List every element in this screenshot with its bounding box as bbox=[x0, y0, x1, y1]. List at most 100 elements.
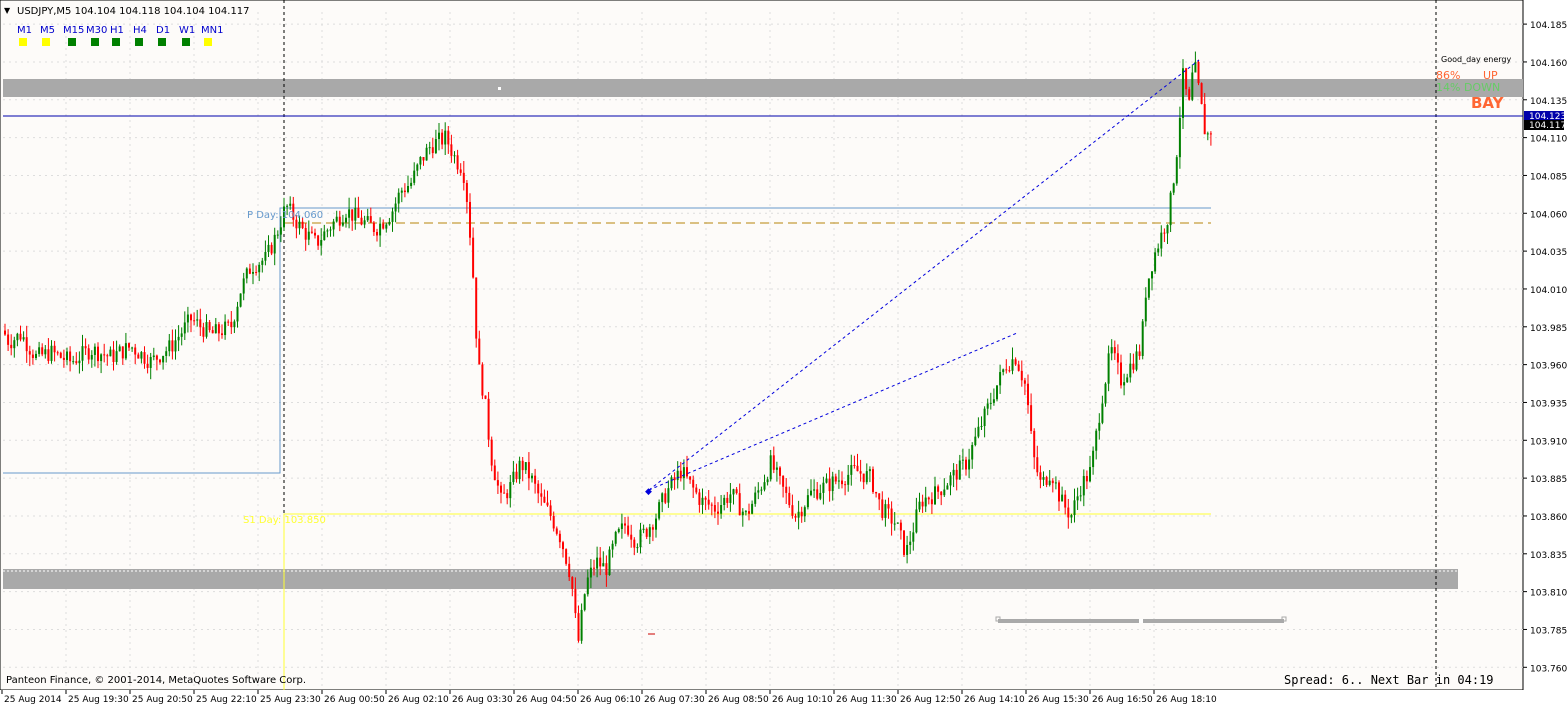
candle-body bbox=[174, 340, 177, 352]
candle-body bbox=[651, 527, 654, 530]
candle-body bbox=[66, 351, 68, 360]
candle-body bbox=[679, 470, 682, 479]
candle-body bbox=[844, 484, 847, 486]
candle-body bbox=[1172, 183, 1175, 193]
candle-body bbox=[859, 471, 862, 474]
candle-body bbox=[856, 465, 859, 472]
candle-body bbox=[1154, 252, 1157, 272]
candle-body bbox=[1005, 369, 1008, 371]
candle-body bbox=[438, 132, 440, 140]
candle-body bbox=[25, 337, 28, 352]
candle-body bbox=[645, 528, 648, 537]
candle-body bbox=[255, 272, 258, 274]
candle-body bbox=[955, 469, 958, 480]
timeframe-label[interactable]: H4 bbox=[133, 25, 147, 36]
candle-body bbox=[620, 523, 623, 529]
candle-body bbox=[10, 344, 13, 349]
candle-body bbox=[1110, 347, 1113, 354]
chart-window[interactable]: ◆ P Day: 104.060 S1 Day: 103.850 ▼ USDJP… bbox=[0, 0, 1568, 706]
timeframe-status-dot bbox=[112, 38, 120, 46]
timeframe-label[interactable]: M15 bbox=[63, 25, 84, 36]
candle-body bbox=[924, 497, 927, 507]
candle-body bbox=[1002, 369, 1005, 373]
candle-body bbox=[816, 489, 819, 499]
resistance-zone[interactable] bbox=[3, 79, 1523, 97]
candle-body bbox=[754, 492, 757, 504]
price-tick-label: 104.085 bbox=[1530, 172, 1567, 182]
candle-body bbox=[661, 493, 664, 503]
candle-body bbox=[506, 493, 509, 499]
candle-body bbox=[211, 330, 214, 334]
candle-body bbox=[462, 172, 465, 183]
candle-body bbox=[301, 221, 304, 229]
candle-body bbox=[927, 497, 930, 500]
candle-body bbox=[617, 528, 620, 532]
candle-body bbox=[87, 348, 90, 360]
candle-body bbox=[1175, 157, 1178, 184]
candle-body bbox=[527, 462, 530, 479]
candle-body bbox=[531, 475, 533, 479]
timeframe-label[interactable]: M30 bbox=[86, 25, 107, 36]
timeframe-label[interactable]: W1 bbox=[179, 25, 195, 36]
price-tick-label: 104.035 bbox=[1530, 248, 1567, 258]
candle-body bbox=[583, 594, 586, 610]
price-tick-label: 103.885 bbox=[1530, 475, 1567, 485]
timeframe-label[interactable]: M5 bbox=[40, 25, 55, 36]
candle-body bbox=[664, 493, 667, 503]
candle-body bbox=[366, 216, 369, 221]
candle-body bbox=[766, 479, 769, 483]
candle-body bbox=[1023, 380, 1026, 384]
candle-body bbox=[97, 346, 99, 362]
candle-body bbox=[4, 330, 6, 335]
candle-body bbox=[655, 518, 657, 530]
candle-body bbox=[822, 482, 825, 493]
candle-body bbox=[1135, 351, 1138, 370]
price-tick-label: 103.910 bbox=[1530, 437, 1567, 447]
candle-body bbox=[16, 333, 19, 341]
candle-body bbox=[1082, 476, 1085, 496]
candle-body bbox=[701, 497, 704, 505]
candle-body bbox=[872, 469, 874, 492]
candle-body bbox=[893, 523, 896, 525]
candle-body bbox=[75, 361, 78, 364]
indicator-down-text: 14% DOWN bbox=[1436, 81, 1500, 94]
candle-body bbox=[472, 237, 475, 278]
status-text: Spread: 6.. Next Bar in 04:19 bbox=[1284, 673, 1494, 687]
candle-body bbox=[304, 228, 307, 240]
candle-body bbox=[1104, 383, 1107, 404]
candle-body bbox=[354, 207, 357, 221]
candle-body bbox=[862, 473, 865, 483]
candle-body bbox=[751, 503, 754, 514]
candle-body bbox=[1138, 351, 1141, 356]
menu-arrow-icon[interactable]: ▼ bbox=[4, 6, 11, 15]
support-zone[interactable] bbox=[3, 569, 1458, 589]
candle-body bbox=[165, 351, 168, 356]
candle-body bbox=[1160, 232, 1163, 249]
s1-day-label: S1 Day: 103.850 bbox=[243, 515, 326, 526]
timeframe-label[interactable]: MN1 bbox=[201, 25, 223, 36]
candle-body bbox=[775, 467, 778, 470]
candle-body bbox=[1039, 472, 1042, 480]
candle-body bbox=[81, 346, 84, 361]
candle-body bbox=[1101, 403, 1104, 423]
timeframe-label[interactable]: M1 bbox=[17, 25, 32, 36]
candle-body bbox=[90, 354, 93, 360]
candle-body bbox=[782, 475, 785, 487]
candle-body bbox=[1141, 321, 1144, 356]
candle-body bbox=[326, 230, 329, 232]
candle-body bbox=[397, 192, 400, 204]
timeframe-label[interactable]: H1 bbox=[110, 25, 124, 36]
candle-body bbox=[831, 476, 834, 492]
range-tool-handle-mid[interactable] bbox=[1139, 619, 1143, 623]
candle-body bbox=[1092, 450, 1095, 468]
candle-body bbox=[841, 480, 843, 485]
candle-body bbox=[13, 340, 16, 349]
candle-body bbox=[707, 499, 710, 505]
timeframe-label[interactable]: D1 bbox=[156, 25, 170, 36]
candle-body bbox=[143, 352, 146, 364]
time-tick-label: 26 Aug 06:10 bbox=[580, 695, 641, 705]
candle-body bbox=[369, 216, 372, 223]
candle-body bbox=[236, 306, 239, 322]
candle-body bbox=[1107, 353, 1110, 384]
candle-body bbox=[803, 507, 806, 517]
